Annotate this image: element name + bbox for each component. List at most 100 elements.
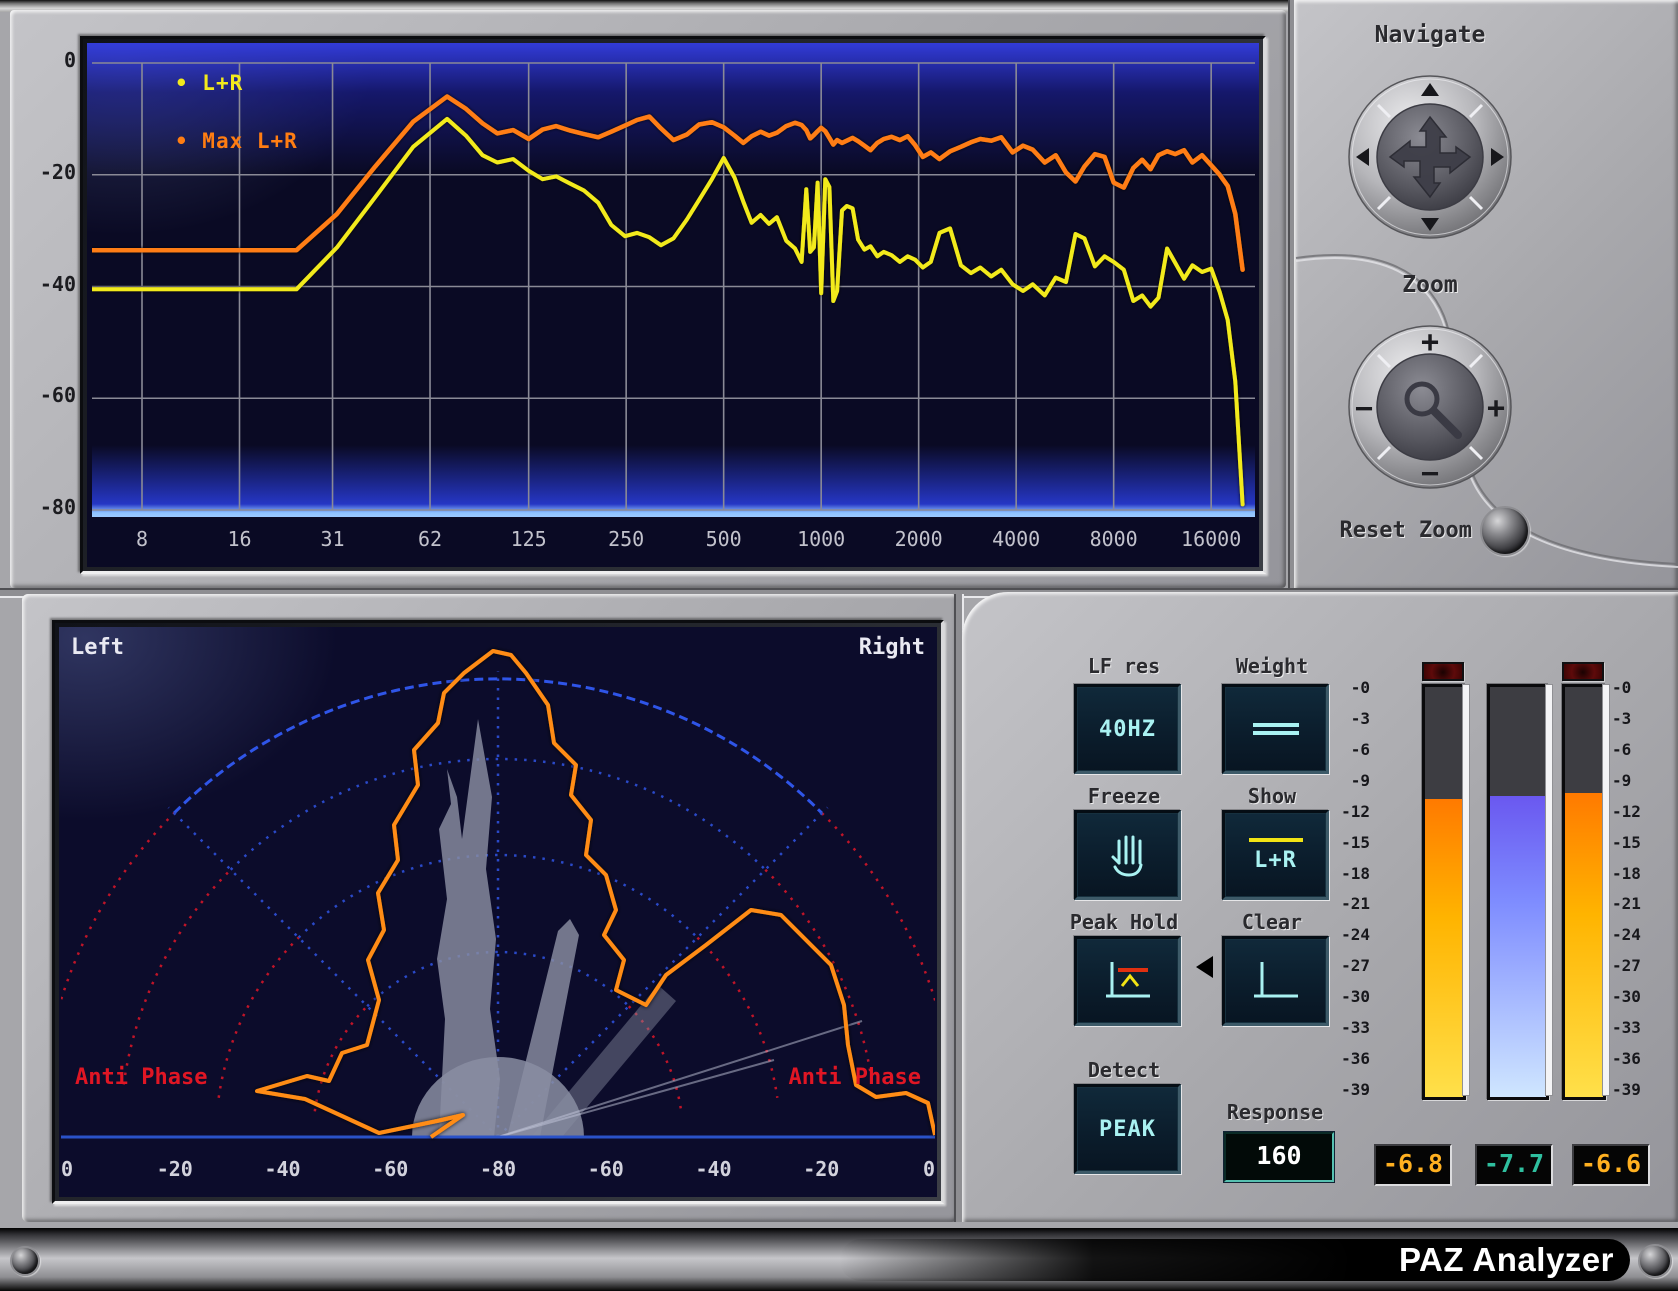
meter-scale-label-right: -27	[1612, 957, 1641, 975]
meter-scale-label-left: -30	[1326, 988, 1370, 1006]
polar-tick-label: -40	[674, 1157, 754, 1181]
meter-fill-right	[1565, 793, 1603, 1097]
polar-tick-label: -60	[566, 1157, 646, 1181]
polar-red-arc	[765, 870, 872, 1085]
polar-screen-frame: Left Right Anti Phase Anti Phase 0 -20 -40…	[52, 620, 944, 1204]
meter-scale-label-right: -6	[1612, 741, 1631, 759]
polar-right-label: Right	[859, 635, 925, 660]
meter-scale-label-left: -27	[1326, 957, 1370, 975]
meter-scale-label-left: -6	[1326, 741, 1370, 759]
polar-red-arc	[124, 870, 231, 1085]
polar-blue-arc	[367, 952, 629, 1006]
polar-left-label: Left	[71, 635, 124, 660]
gray-wedge	[437, 719, 500, 1137]
zoom-out-left-icon[interactable]: −	[1355, 391, 1373, 426]
y-tick-label: 0	[24, 48, 76, 72]
polar-tick-label: -40	[243, 1157, 323, 1181]
x-tick-label: 62	[390, 527, 470, 551]
meter-scale-label-left: -18	[1326, 865, 1370, 883]
x-tick-label: 125	[489, 527, 569, 551]
polar-panel: Left Right Anti Phase Anti Phase 0 -20 -40…	[22, 594, 958, 1222]
polar-screen[interactable]: Left Right Anti Phase Anti Phase 0 -20 -40…	[59, 627, 937, 1197]
legend-max-lr-label: Max L+R	[202, 129, 298, 153]
y-tick-label: -20	[24, 160, 76, 184]
legend-lr-bullet: •	[175, 71, 202, 95]
bottom-title-bar: PAZ Analyzer	[0, 1228, 1678, 1291]
x-tick-label: 4000	[976, 527, 1056, 551]
x-tick-label: 16	[200, 527, 280, 551]
spectrum-y-ticks: 0-20-40-60-80	[24, 40, 76, 564]
meter-scale-label-left: -12	[1326, 803, 1370, 821]
spectrum-plot[interactable]	[92, 47, 1255, 517]
polar-red-arc	[822, 813, 935, 1073]
meter-white-strip	[1462, 684, 1470, 1096]
polar-x-ticks: 0-20-40-60-80-60-40-200	[61, 1155, 935, 1189]
meter-scale-label-right: -24	[1612, 926, 1641, 944]
x-tick-label: 2000	[879, 527, 959, 551]
navigate-pad[interactable]	[1345, 72, 1515, 242]
polar-tick-label: -60	[350, 1157, 430, 1181]
meter-readout: -6.8	[1374, 1144, 1452, 1186]
meter-white-strip	[1545, 684, 1553, 1096]
meter-scale-label-left: -36	[1326, 1050, 1370, 1068]
meter-scale-label-right: -33	[1612, 1019, 1641, 1037]
polar-tick-label: -20	[781, 1157, 861, 1181]
meter-scale-label-right: -21	[1612, 895, 1641, 913]
polar-red-arc	[697, 938, 777, 1098]
legend-max-lr-bullet: •	[175, 129, 202, 153]
title-pill: PAZ Analyzer	[840, 1239, 1630, 1281]
reset-zoom-label: Reset Zoom	[1314, 518, 1472, 543]
anti-phase-left-label: Anti Phase	[75, 1065, 207, 1090]
legend-lr-label: L+R	[202, 71, 243, 95]
legend-lr: • L+R	[175, 71, 243, 95]
zoom-out-bottom-icon[interactable]: −	[1421, 456, 1439, 491]
reset-zoom-button[interactable]	[1480, 506, 1530, 556]
polar-tick-label: 0	[889, 1157, 937, 1181]
bottom-left-sphere-icon[interactable]	[10, 1246, 40, 1276]
meter-scale-label-left: -24	[1326, 926, 1370, 944]
level-meter-mid	[1487, 684, 1549, 1100]
spectrum-screen[interactable]: 8163162125250500100020004000800016000 • …	[87, 43, 1259, 567]
x-tick-label: 16000	[1171, 527, 1251, 551]
meter-scale-label-right: -30	[1612, 988, 1641, 1006]
zoom-in-top-icon[interactable]: +	[1421, 325, 1439, 360]
meter-scale-label-right: -12	[1612, 803, 1641, 821]
meter-scale-label-left: -33	[1326, 1019, 1370, 1037]
x-tick-label: 250	[586, 527, 666, 551]
meter-fill-mid	[1490, 796, 1546, 1097]
anti-phase-right-label: Anti Phase	[789, 1065, 921, 1090]
y-tick-label: -80	[24, 495, 76, 519]
polar-display[interactable]	[61, 629, 935, 1195]
polar-tick-label: -20	[135, 1157, 215, 1181]
polar-tick-label: -80	[458, 1157, 538, 1181]
meter-scale-label-left: -21	[1326, 895, 1370, 913]
meter-scale-label-right: -39	[1612, 1081, 1641, 1099]
polar-red-arc	[61, 813, 174, 1073]
y-tick-label: -60	[24, 383, 76, 407]
meter-scale-label-right: -0	[1612, 679, 1631, 697]
meter-scale-label-left: -3	[1326, 710, 1370, 728]
meter-white-strip	[1602, 684, 1610, 1096]
polar-blue-arc	[299, 855, 698, 938]
level-meter-right	[1562, 684, 1606, 1100]
meter-scale-label-left: -9	[1326, 772, 1370, 790]
x-tick-label: 8000	[1074, 527, 1154, 551]
polar-red-arc	[219, 938, 299, 1098]
navigate-label: Navigate	[1330, 22, 1530, 48]
meter-scale-label-left: -15	[1326, 834, 1370, 852]
clip-indicator-lamp	[1422, 662, 1464, 681]
x-tick-label: 1000	[781, 527, 861, 551]
meter-readout: -6.6	[1572, 1144, 1650, 1186]
clip-indicator-lamp	[1562, 662, 1604, 681]
meter-scale-label-right: -9	[1612, 772, 1631, 790]
meter-scale-label-left: -39	[1326, 1081, 1370, 1099]
plugin-title: PAZ Analyzer	[1399, 1241, 1614, 1279]
zoom-pad[interactable]: + + − −	[1345, 322, 1515, 492]
zoom-in-right-icon[interactable]: +	[1487, 391, 1505, 426]
paz-analyzer-window: 8163162125250500100020004000800016000 • …	[0, 0, 1678, 1291]
bottom-right-sphere-icon[interactable]	[1638, 1244, 1672, 1278]
meter-scale-label-right: -15	[1612, 834, 1641, 852]
spectrum-panel: 8163162125250500100020004000800016000 • …	[10, 10, 1286, 588]
meter-scale-label-left: -0	[1326, 679, 1370, 697]
meter-scale-label-right: -36	[1612, 1050, 1641, 1068]
